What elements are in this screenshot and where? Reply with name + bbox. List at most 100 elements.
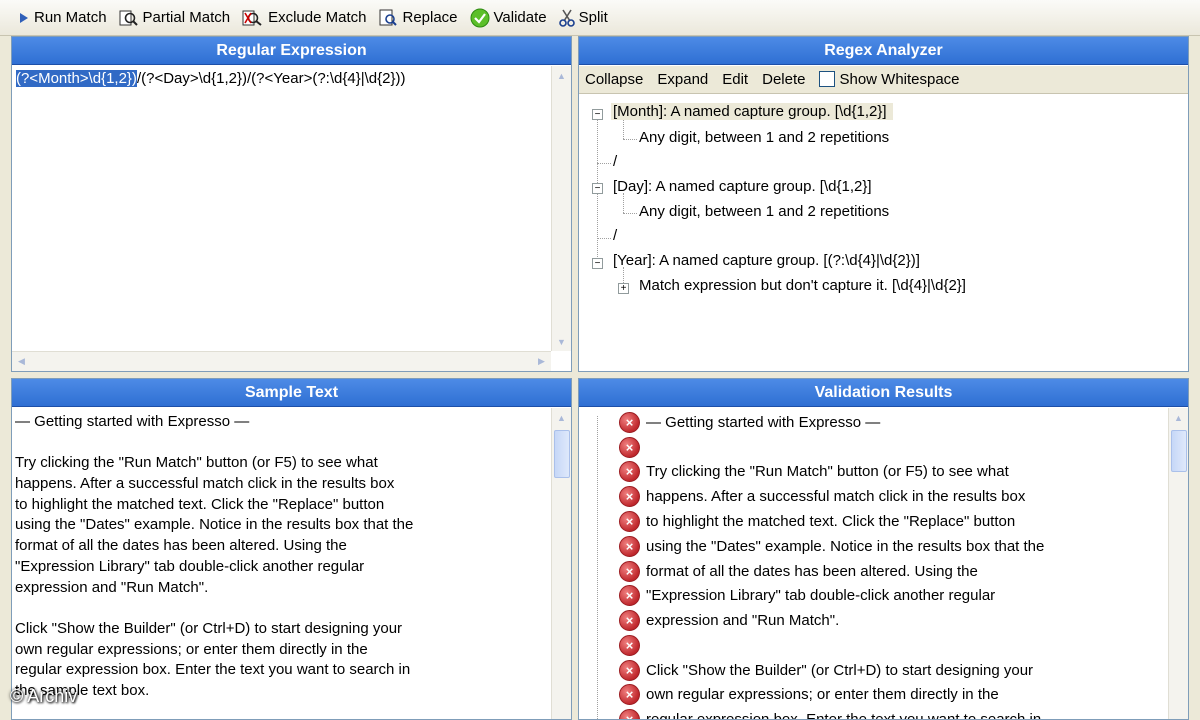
tree-node-day[interactable]: [Day]: A named capture group. [\d{1,2}] (613, 178, 872, 195)
main-toolbar: Run Match Partial Match Exclude Match Re… (0, 0, 1200, 36)
collapse-node-icon[interactable]: − (592, 183, 603, 194)
regex-hscrollbar[interactable]: ◀ ▶ (12, 351, 551, 371)
tree-node[interactable]: Any digit, between 1 and 2 repetitions (639, 203, 889, 220)
scroll-up-arrow-icon[interactable]: ▲ (552, 66, 571, 85)
collapse-node-icon[interactable]: − (592, 109, 603, 120)
regex-pane: Regular Expression (?<Month>\d{1,2})/(?<… (11, 36, 572, 372)
result-row[interactable]: × happens. After a successful match click… (619, 484, 1025, 508)
watermark: © Archiv (10, 686, 78, 706)
scroll-right-arrow-icon[interactable]: ▶ (532, 352, 551, 371)
tree-node-year[interactable]: [Year]: A named capture group. [(?:\d{4}… (613, 252, 920, 269)
result-row[interactable]: × Try clicking the "Run Match" button (or… (619, 459, 1009, 483)
scissors-icon (558, 9, 575, 27)
partial-match-button[interactable]: Partial Match (115, 5, 237, 31)
sample-text-area[interactable]: — Getting started with Expresso — Try cl… (12, 408, 551, 719)
scroll-thumb[interactable] (554, 430, 570, 478)
replace-doc-icon (379, 9, 398, 26)
sample-vscrollbar[interactable]: ▲ (551, 408, 571, 719)
error-icon: × (619, 485, 640, 507)
error-icon: × (619, 683, 640, 705)
scroll-up-arrow-icon[interactable]: ▲ (1169, 408, 1188, 427)
result-row[interactable]: × own regular expressions; or enter them … (619, 682, 999, 706)
sample-line: Try clicking the "Run Match" button (or … (15, 454, 378, 472)
regex-selection: (?<Month>\d{1,2}) (16, 70, 137, 87)
error-icon: × (619, 708, 640, 719)
collapse-node-icon[interactable]: − (592, 258, 603, 269)
analyzer-pane-title: Regex Analyzer (579, 37, 1188, 65)
validation-results-list: × — Getting started with Expresso — × × Tr… (579, 408, 1168, 719)
error-icon: × (619, 609, 640, 631)
check-circle-icon (470, 8, 490, 27)
result-row[interactable]: × format of all the dates has been altere… (619, 559, 978, 583)
sample-line: using the "Dates" example. Notice in the… (15, 516, 414, 534)
delete-button[interactable]: Delete (762, 71, 805, 88)
sample-line (15, 598, 551, 619)
replace-button[interactable]: Replace (374, 5, 463, 31)
sample-line: to highlight the matched text. Click the… (15, 495, 385, 513)
error-icon: × (619, 634, 640, 656)
validation-vscrollbar[interactable]: ▲ (1168, 408, 1188, 719)
edit-button[interactable]: Edit (722, 71, 748, 88)
error-icon: × (619, 560, 640, 582)
regex-rest: /(?<Day>\d{1,2})/(?<Year>(?:\d{4}|\d{2})… (136, 70, 406, 87)
error-icon: × (619, 510, 640, 532)
sample-line: the sample text box. (15, 681, 150, 699)
sample-pane-title: Sample Text (12, 379, 571, 407)
scroll-up-arrow-icon[interactable]: ▲ (552, 408, 571, 427)
result-row[interactable]: × — Getting started with Expresso — (619, 410, 880, 434)
result-row[interactable]: × (619, 633, 646, 657)
play-icon (20, 12, 28, 23)
error-icon: × (619, 659, 640, 681)
partial-match-label: Partial Match (142, 9, 231, 26)
regex-pane-title: Regular Expression (12, 37, 571, 65)
sample-line (15, 433, 551, 454)
validate-button[interactable]: Validate (466, 5, 553, 31)
analyzer-pane: Regex Analyzer Collapse Expand Edit Dele… (578, 36, 1189, 372)
result-row[interactable]: × Click "Show the Builder" (or Ctrl+D) to… (619, 658, 1033, 682)
error-icon: × (619, 411, 640, 433)
show-whitespace-toggle[interactable]: Show Whitespace (819, 71, 960, 88)
magnifier-doc-icon (119, 10, 138, 26)
sample-line: "Expression Library" tab double-click an… (15, 557, 365, 575)
tree-node[interactable]: / (613, 153, 617, 170)
result-row[interactable]: × "Expression Library" tab double-click a… (619, 583, 995, 607)
regex-input[interactable]: (?<Month>\d{1,2})/(?<Day>\d{1,2})/(?<Yea… (12, 66, 571, 371)
result-row[interactable]: × expression and "Run Match". (619, 608, 839, 632)
error-icon: × (619, 460, 640, 482)
sample-line: — Getting started with Expresso — (15, 413, 250, 430)
error-icon: × (619, 584, 640, 606)
sample-line: regular expression box. Enter the text y… (15, 661, 411, 679)
replace-label: Replace (402, 9, 458, 26)
sample-pane: Sample Text — Getting started with Expre… (11, 378, 572, 720)
exclude-match-button[interactable]: Exclude Match (238, 5, 372, 31)
error-icon: × (619, 535, 640, 557)
tree-node[interactable]: Any digit, between 1 and 2 repetitions (639, 129, 889, 146)
scroll-thumb[interactable] (1171, 430, 1187, 472)
split-button[interactable]: Split (555, 5, 614, 31)
validation-pane: Validation Results × — Getting started wi… (578, 378, 1189, 720)
exclude-magnifier-icon (242, 10, 262, 26)
checkbox-icon[interactable] (819, 71, 836, 87)
validate-label: Validate (493, 9, 547, 26)
sample-line: own regular expressions; or enter them d… (15, 640, 368, 658)
show-whitespace-label: Show Whitespace (839, 71, 960, 88)
result-row[interactable]: × (619, 435, 646, 459)
expand-button[interactable]: Expand (657, 71, 708, 88)
result-row[interactable]: × regular expression box. Enter the text … (619, 707, 1041, 719)
sample-line: expression and "Run Match". (15, 578, 209, 596)
result-row[interactable]: × using the "Dates" example. Notice in th… (619, 534, 1044, 558)
analyzer-toolbar: Collapse Expand Edit Delete Show Whitesp… (579, 66, 1188, 94)
tree-node[interactable]: Match expression but don't capture it. [… (639, 277, 966, 294)
tree-node[interactable]: / (613, 227, 617, 244)
scroll-left-arrow-icon[interactable]: ◀ (12, 352, 31, 371)
validation-pane-title: Validation Results (579, 379, 1188, 407)
run-match-button[interactable]: Run Match (14, 5, 113, 31)
scroll-down-arrow-icon[interactable]: ▼ (552, 332, 571, 351)
error-icon: × (619, 436, 640, 458)
exclude-match-label: Exclude Match (268, 9, 367, 26)
regex-vscrollbar[interactable]: ▲ ▼ (551, 66, 571, 351)
tree-node-month[interactable]: [Month]: A named capture group. [\d{1,2}… (611, 103, 893, 120)
collapse-button[interactable]: Collapse (585, 71, 643, 88)
expand-node-icon[interactable]: + (618, 283, 629, 294)
result-row[interactable]: × to highlight the matched text. Click th… (619, 509, 1015, 533)
